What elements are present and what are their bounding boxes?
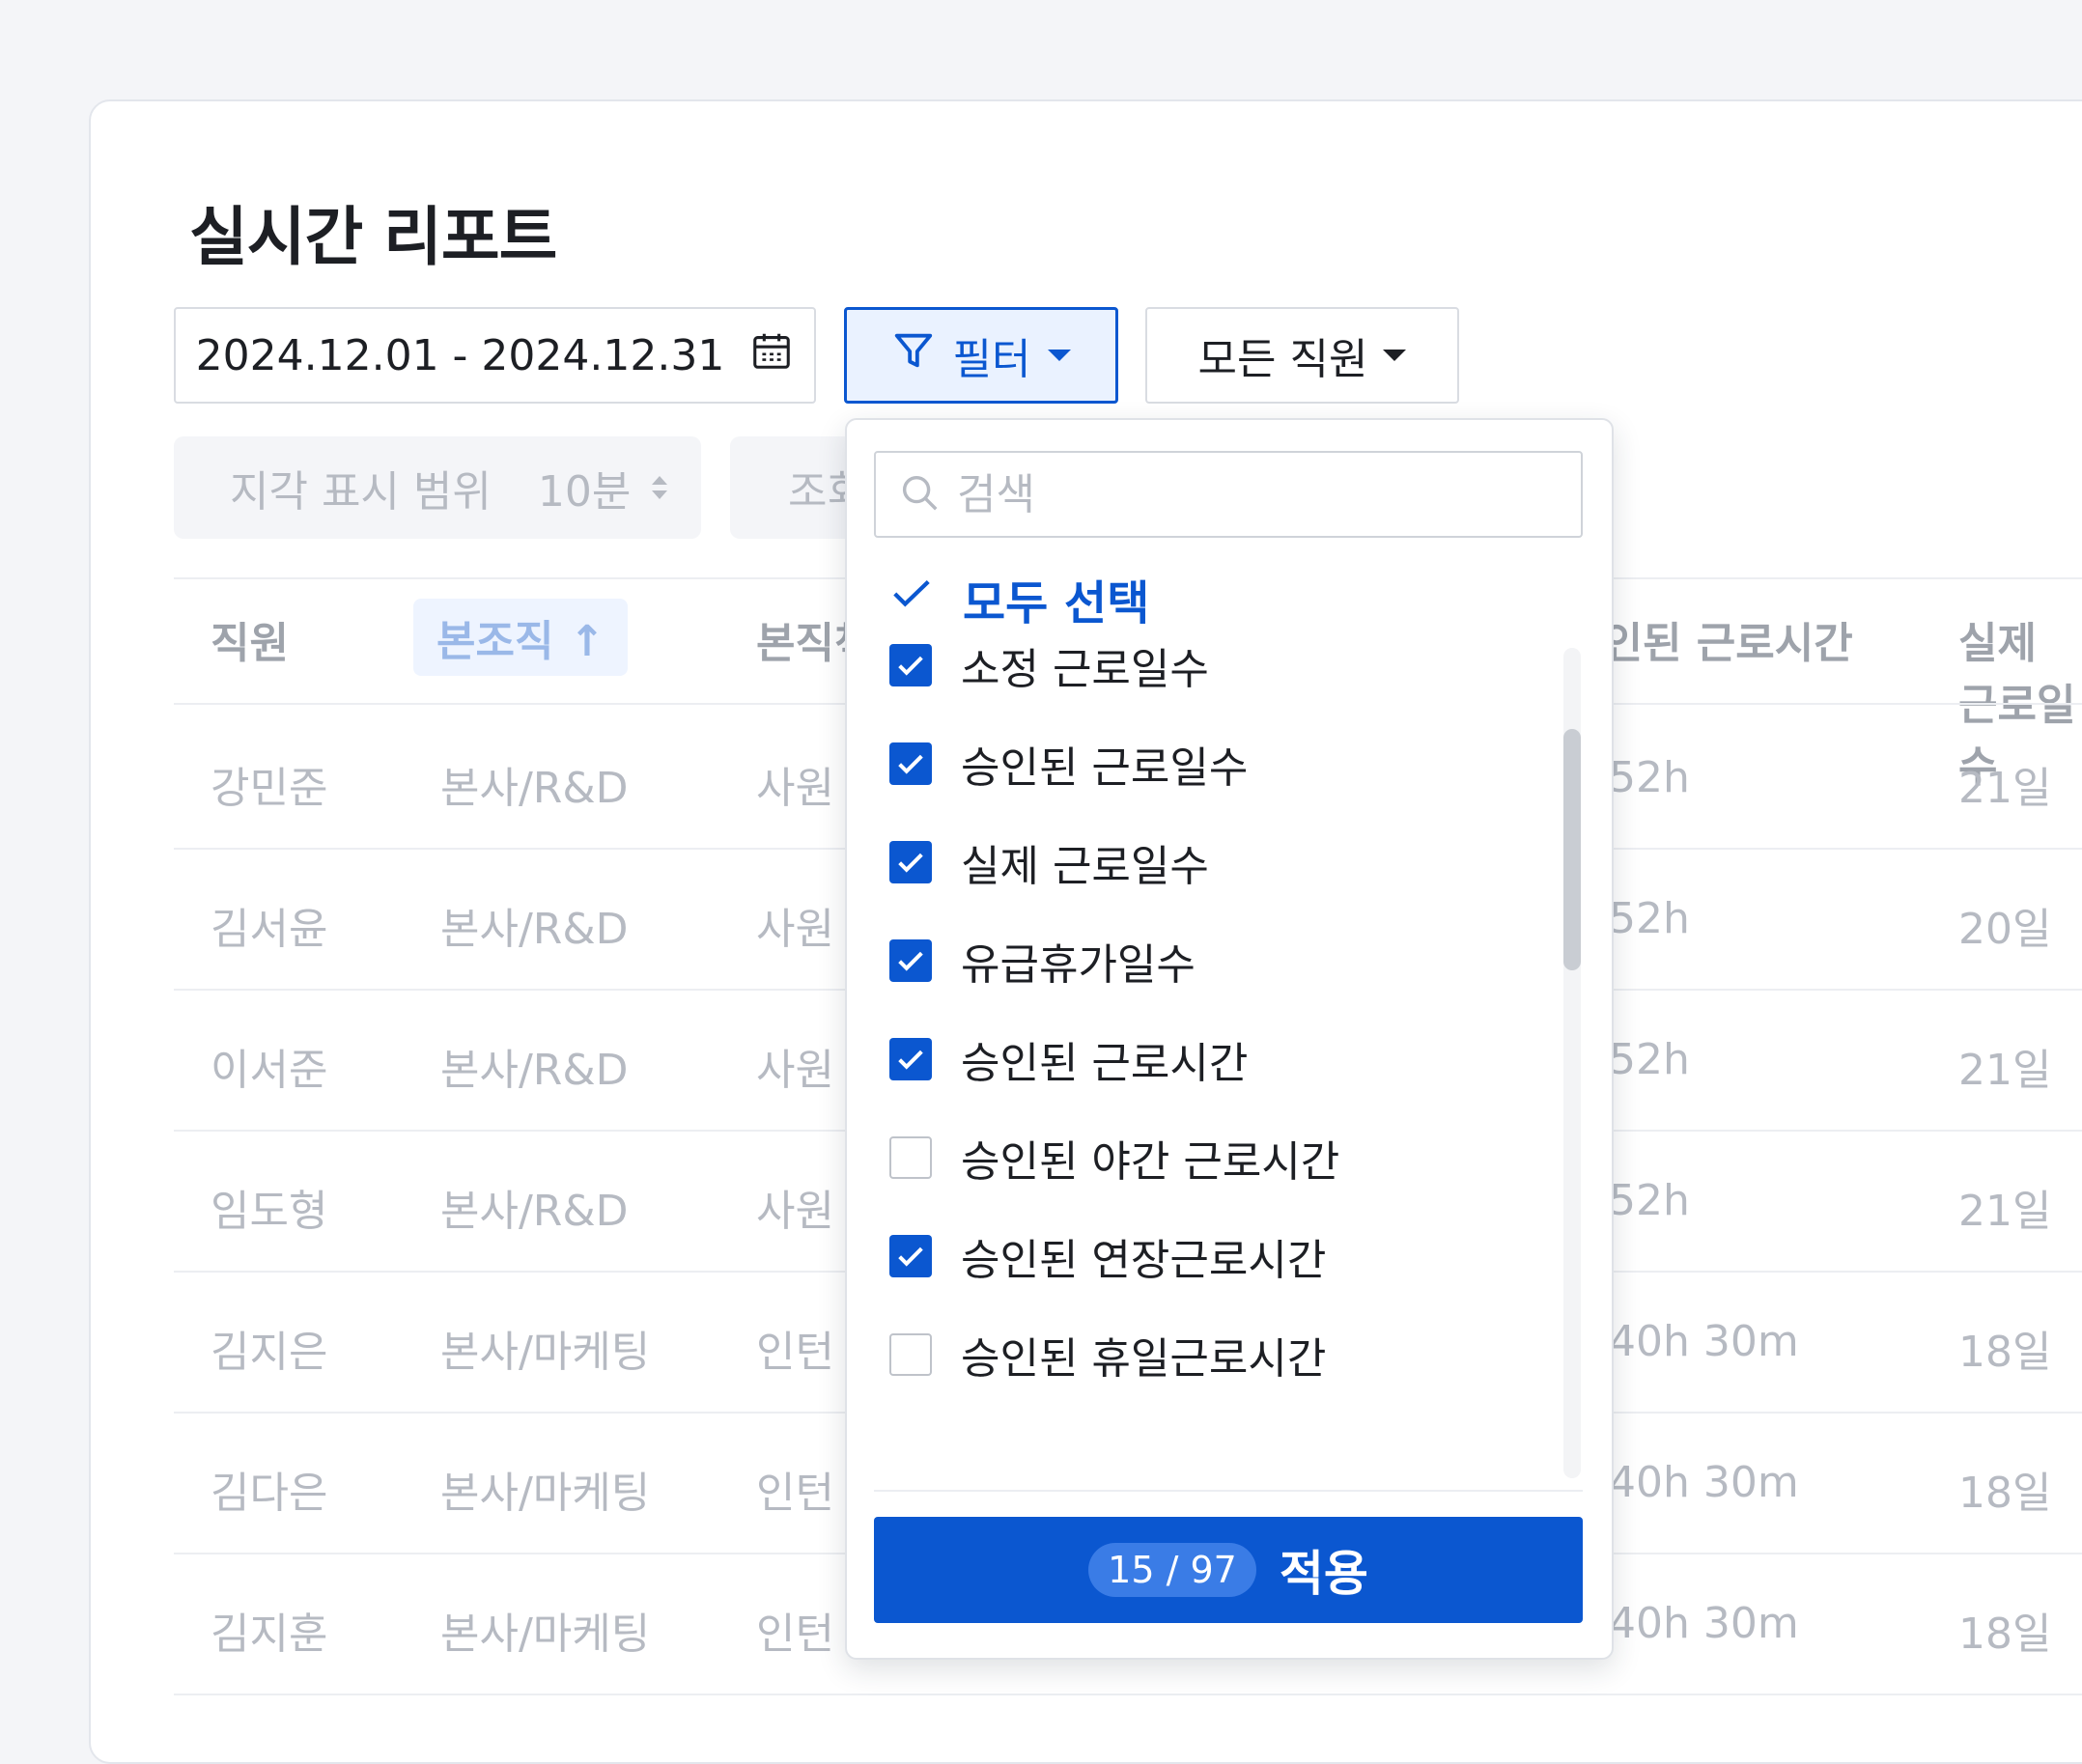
column-header-org[interactable]: 본조직 ↑ [413, 599, 629, 676]
cell-org: 본사/마케팅 [440, 1328, 651, 1377]
cell-position: 사원 [756, 764, 834, 813]
filter-button[interactable]: 필터 [844, 307, 1118, 404]
cell-position: 인턴 [756, 1610, 834, 1659]
filter-option-label: 실제 근로일수 [961, 842, 1209, 891]
cell-employee: 이서준 [211, 1046, 328, 1095]
scrollbar-thumb[interactable] [1563, 729, 1581, 970]
cell-position: 사원 [756, 905, 834, 954]
filter-dropdown: 모두 선택 소정 근로일수승인된 근로일수실제 근로일수유급휴가일수승인된 근로… [845, 418, 1614, 1660]
employee-select[interactable]: 모든 직원 [1145, 307, 1459, 404]
check-icon [889, 571, 934, 627]
cell-employee: 김서윤 [211, 905, 328, 954]
table-row-divider [174, 1694, 2082, 1695]
filter-option-label: 승인된 근로일수 [961, 743, 1249, 793]
filter-option[interactable]: 승인된 휴일근로시간 [889, 1324, 1326, 1386]
lateness-range-select[interactable]: 지각 표시 범위 10분 [174, 436, 701, 539]
cell-org: 본사/R&D [440, 764, 629, 813]
cell-approved-hours: 40h 30m [1609, 1317, 1799, 1366]
cell-approved-hours: 40h 30m [1609, 1599, 1799, 1648]
checkbox-checked-icon[interactable] [889, 644, 932, 686]
select-all-option[interactable]: 모두 선택 [889, 565, 1149, 632]
page-title: 실시간 리포트 [189, 200, 557, 274]
cell-employee: 김다은 [211, 1469, 328, 1518]
column-header-employee[interactable]: 직원 [211, 608, 289, 670]
cell-approved-hours: 52h [1609, 1035, 1690, 1084]
cell-org: 본사/마케팅 [440, 1610, 651, 1659]
cell-org: 본사/R&D [440, 905, 629, 954]
filter-option[interactable]: 승인된 근로시간 [889, 1028, 1248, 1090]
filter-option[interactable]: 승인된 연장근로시간 [889, 1225, 1326, 1287]
checkbox-unchecked-icon[interactable] [889, 1136, 932, 1179]
cell-employee: 강민준 [211, 764, 328, 813]
search-input[interactable] [955, 468, 1558, 520]
cell-employee: 김지은 [211, 1328, 328, 1377]
apply-label: 적용 [1279, 1546, 1368, 1602]
cell-position: 사원 [756, 1046, 834, 1095]
cell-actual-days: 18일 [1958, 1328, 2052, 1377]
checkbox-unchecked-icon[interactable] [889, 1333, 932, 1376]
filter-option-label: 승인된 근로시간 [961, 1039, 1249, 1088]
filter-option[interactable]: 승인된 야간 근로시간 [889, 1127, 1339, 1189]
cell-actual-days: 21일 [1958, 764, 2052, 813]
filter-option[interactable]: 유급휴가일수 [889, 930, 1196, 992]
checkbox-checked-icon[interactable] [889, 1038, 932, 1080]
filter-option[interactable]: 실제 근로일수 [889, 831, 1209, 893]
cell-approved-hours: 40h 30m [1609, 1458, 1799, 1507]
checkbox-checked-icon[interactable] [889, 841, 932, 883]
cell-position: 인턴 [756, 1469, 834, 1518]
cell-org: 본사/R&D [440, 1187, 629, 1236]
lateness-label: 지각 표시 범위 [230, 467, 492, 517]
filter-option-label: 유급휴가일수 [961, 940, 1196, 990]
search-field[interactable] [874, 451, 1583, 538]
cell-actual-days: 20일 [1958, 905, 2052, 954]
chevron-down-icon [1048, 350, 1072, 361]
cell-org: 본사/R&D [440, 1046, 629, 1095]
cell-actual-days: 21일 [1958, 1046, 2052, 1095]
employee-select-value: 모든 직원 [1197, 335, 1368, 384]
filter-option[interactable]: 소정 근로일수 [889, 634, 1209, 696]
checkbox-checked-icon[interactable] [889, 742, 932, 785]
filter-option-label: 소정 근로일수 [961, 645, 1209, 694]
filter-option[interactable]: 승인된 근로일수 [889, 733, 1248, 795]
checkbox-checked-icon[interactable] [889, 939, 932, 982]
sort-ascending-icon: ↑ [569, 617, 605, 666]
list-divider [874, 1490, 1583, 1492]
filter-option-label: 승인된 연장근로시간 [961, 1236, 1327, 1285]
filter-option-label: 승인된 휴일근로시간 [961, 1334, 1327, 1384]
filter-option-label: 승인된 야간 근로시간 [961, 1137, 1340, 1187]
cell-approved-hours: 52h [1609, 1176, 1690, 1225]
cell-employee: 김지훈 [211, 1610, 328, 1659]
cell-position: 인턴 [756, 1328, 834, 1377]
lateness-value: 10분 [537, 467, 632, 517]
column-header-org-label: 본조직 [436, 617, 554, 666]
checkbox-checked-icon[interactable] [889, 1235, 932, 1277]
cell-actual-days: 18일 [1958, 1469, 2052, 1518]
cell-org: 본사/마케팅 [440, 1469, 651, 1518]
date-range-picker[interactable]: 2024.12.01 - 2024.12.31 [174, 307, 816, 404]
filter-options-list: 소정 근로일수승인된 근로일수실제 근로일수유급휴가일수승인된 근로시간승인된 … [847, 634, 1612, 1421]
cell-approved-hours: 52h [1609, 753, 1690, 802]
cell-position: 사원 [756, 1187, 834, 1236]
cell-employee: 임도형 [211, 1187, 328, 1236]
cell-actual-days: 18일 [1958, 1610, 2052, 1659]
apply-button[interactable]: 15 / 97 적용 [874, 1517, 1583, 1623]
search-icon [897, 470, 942, 518]
chevron-down-icon [1383, 350, 1407, 361]
cell-actual-days: 21일 [1958, 1187, 2052, 1236]
filter-icon [891, 328, 936, 383]
filter-label: 필터 [952, 335, 1031, 384]
sort-updown-icon [652, 476, 668, 499]
calendar-icon [749, 328, 794, 383]
cell-approved-hours: 52h [1609, 894, 1690, 943]
date-range-value: 2024.12.01 - 2024.12.31 [195, 330, 725, 380]
selected-count-badge: 15 / 97 [1088, 1543, 1256, 1597]
select-all-label: 모두 선택 [963, 576, 1150, 630]
